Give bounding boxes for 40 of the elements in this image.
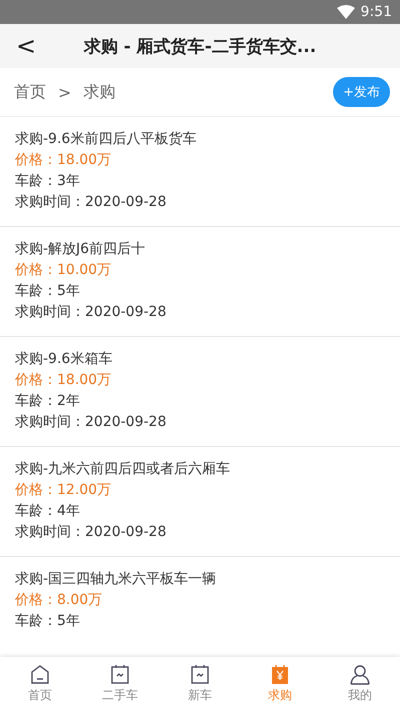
chart-calendar-icon xyxy=(190,664,210,684)
breadcrumb-link[interactable]: 首页 xyxy=(14,82,46,102)
vehicle-age: 车龄：2年 xyxy=(15,392,81,411)
request-date: 求购时间：2020-09-28 xyxy=(15,193,168,212)
vehicle-age: 车龄：5年 xyxy=(15,612,81,631)
person-icon xyxy=(350,664,370,684)
yen-calendar-icon xyxy=(270,664,290,684)
listing-card[interactable]: 求购-9.6米箱车 价格：18.00万 车龄：2年 求购时间：2020-09-28 xyxy=(0,337,400,447)
nav-tab[interactable]: 新车 xyxy=(160,657,240,710)
listing-price: 价格：8.00万 xyxy=(15,591,104,610)
page-title: 求购 - 厢式货车-二手货车交... xyxy=(82,36,318,58)
chart-calendar-icon xyxy=(110,664,130,684)
home-icon xyxy=(30,664,50,684)
back-button[interactable]: < xyxy=(0,24,44,68)
listing-card[interactable]: 求购-9.6米前四后八平板货车 价格：18.00万 车龄：3年 求购时间：2020-09-28 xyxy=(0,117,400,227)
clock-time: 9:51 xyxy=(360,4,392,20)
listing-title: 求购-解放J6前四后十 xyxy=(15,240,146,259)
breadcrumb-link[interactable]: 求购 xyxy=(83,82,116,102)
listing-card[interactable]: 求购-九米六前四后四或者后六厢车 价格：12.00万 车龄：4年 求购时间：2020-09-28 xyxy=(0,447,400,557)
listing-card[interactable]: 求购-解放J6前四后十 价格：10.00万 车龄：5年 求购时间：2020-09-28 xyxy=(0,227,400,337)
listing-title: 求购-9.6米箱车 xyxy=(15,350,114,369)
request-date: 求购时间：2020-09-28 xyxy=(15,523,168,542)
nav-tab[interactable]: 首页 xyxy=(0,657,80,710)
listing-price: 价格：18.00万 xyxy=(15,371,112,390)
listing-price: 价格：18.00万 xyxy=(15,151,112,170)
listing-title: 求购-九米六前四后四或者后六厢车 xyxy=(15,460,232,479)
listing-title: 求购-国三四轴九米六平板车一辆 xyxy=(15,570,218,589)
vehicle-age: 车龄：4年 xyxy=(15,502,81,521)
listing-title: 求购-9.6米前四后八平板货车 xyxy=(15,130,198,149)
publish-button[interactable]: +发布 xyxy=(333,77,390,107)
vehicle-age: 车龄：5年 xyxy=(15,282,81,301)
request-date: 求购时间：2020-09-28 xyxy=(15,413,168,432)
breadcrumb-separator: > xyxy=(58,82,72,102)
wifi-icon xyxy=(336,5,355,19)
vehicle-age: 车龄：3年 xyxy=(15,172,81,191)
request-date: 求购时间：2020-09-28 xyxy=(15,303,168,322)
listing-price: 价格：10.00万 xyxy=(15,261,112,280)
nav-tab[interactable]: 我的 xyxy=(320,657,400,710)
listing-price: 价格：12.00万 xyxy=(15,481,112,500)
nav-tab[interactable]: 二手车 xyxy=(80,657,160,710)
